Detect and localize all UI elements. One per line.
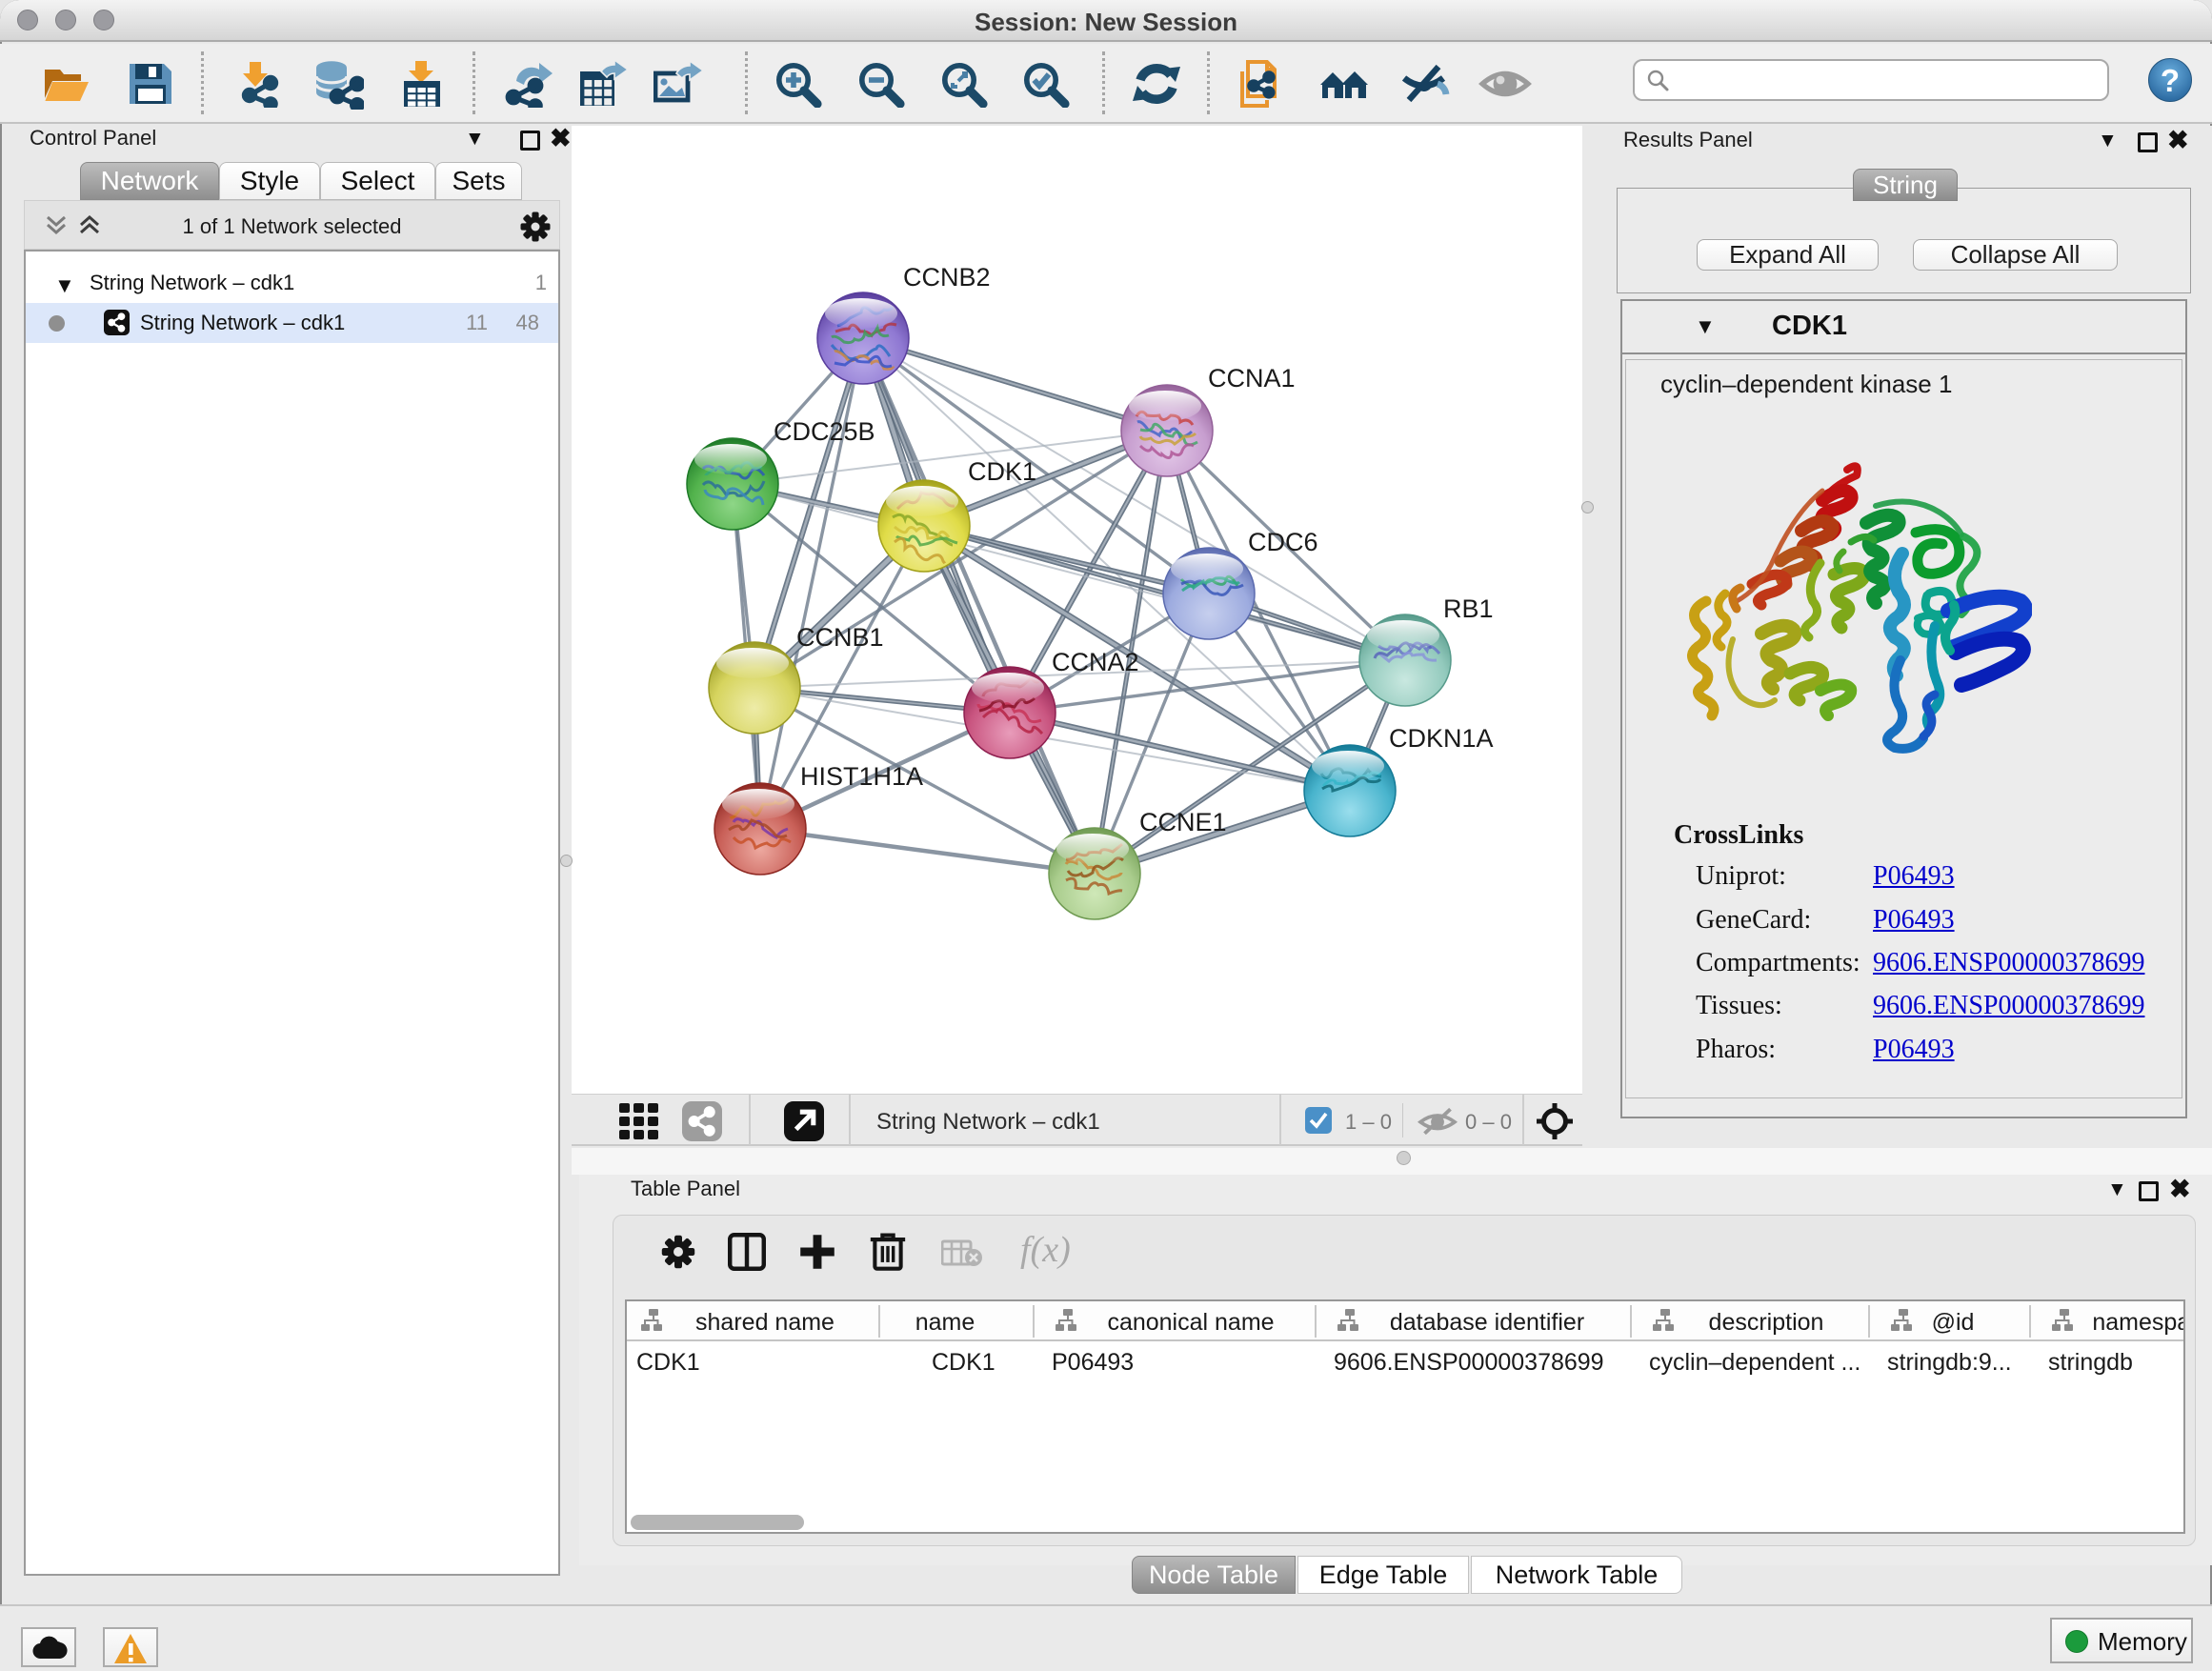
svg-text:canonical name: canonical name xyxy=(1107,1309,1274,1336)
svg-text:CCNA1: CCNA1 xyxy=(1208,364,1296,393)
svg-text:CCNB1: CCNB1 xyxy=(796,623,884,652)
svg-text:CDKN1A: CDKN1A xyxy=(1389,724,1494,753)
svg-text:shared name: shared name xyxy=(695,1309,835,1336)
svg-text:@id: @id xyxy=(1932,1309,1975,1336)
svg-text:CCNA2: CCNA2 xyxy=(1052,648,1139,676)
svg-text:CDC25B: CDC25B xyxy=(774,417,875,446)
svg-text:CCNB2: CCNB2 xyxy=(903,263,991,292)
svg-text:description: description xyxy=(1709,1309,1824,1336)
svg-text:database identifier: database identifier xyxy=(1390,1309,1584,1336)
svg-text:CCNE1: CCNE1 xyxy=(1139,808,1227,836)
svg-text:namespac: namespac xyxy=(2092,1309,2183,1336)
svg-text:CDC6: CDC6 xyxy=(1248,528,1318,556)
svg-text:RB1: RB1 xyxy=(1443,594,1494,623)
svg-text:name: name xyxy=(915,1309,975,1336)
svg-text:CDK1: CDK1 xyxy=(968,457,1036,486)
svg-text:HIST1H1A: HIST1H1A xyxy=(800,762,923,791)
